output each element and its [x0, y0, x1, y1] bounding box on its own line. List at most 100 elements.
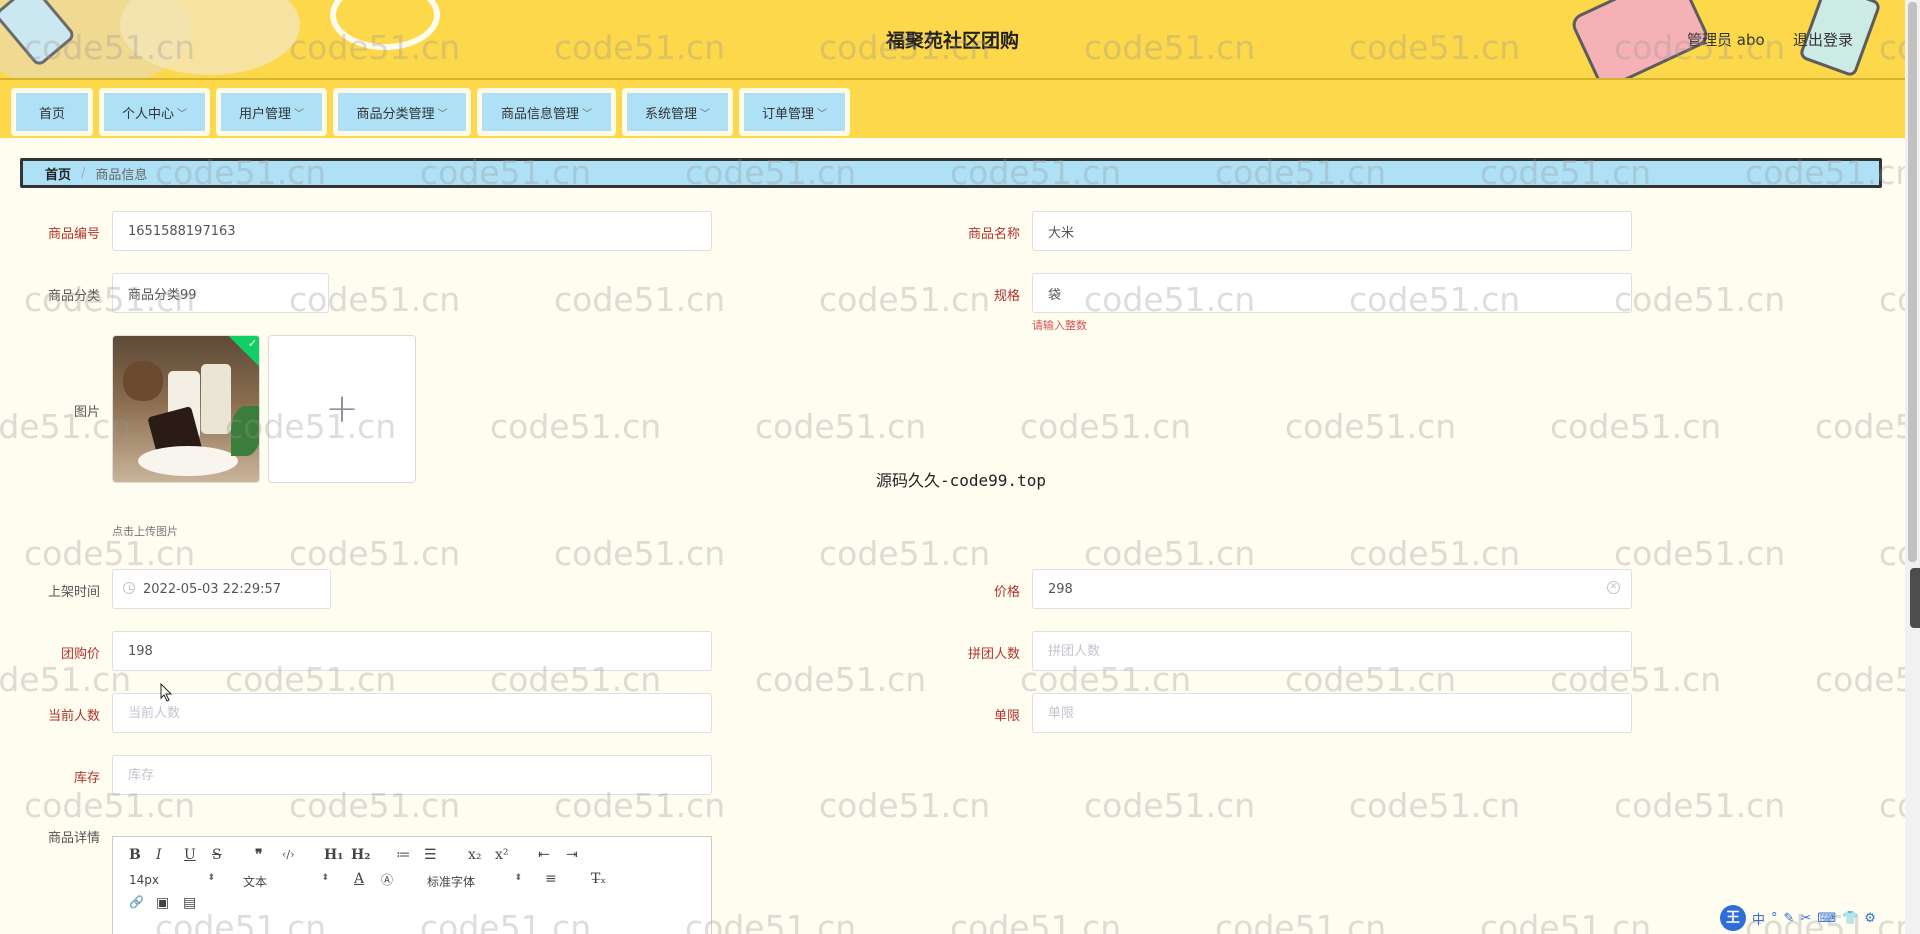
watermark-text: code51.cn: [1285, 407, 1457, 446]
product-name-field[interactable]: [1032, 211, 1632, 251]
stock-field[interactable]: [112, 755, 712, 795]
clear-icon[interactable]: ✕: [1607, 581, 1620, 594]
ime-punctuation-icon[interactable]: °: [1771, 911, 1778, 926]
watermark-text: code51.cn: [1084, 786, 1256, 825]
group-price-field[interactable]: [112, 631, 712, 671]
blockquote-button[interactable]: ❞: [255, 847, 263, 863]
clear-format-button[interactable]: T̶ₓ: [591, 871, 606, 887]
watermark-text: code51.cn: [819, 534, 991, 573]
subscript-button[interactable]: x₂: [468, 847, 482, 863]
product-no-label: 商品编号: [47, 227, 100, 242]
image-icon[interactable]: ▣: [156, 895, 169, 911]
scrollbar-thumb[interactable]: [1908, 2, 1917, 562]
image-label: 图片: [73, 405, 100, 420]
rich-text-editor[interactable]: B I U S ❞ ‹/› H₁ H₂ ≔ ☰ x₂ x² ⇤ ⇥ 14px ⬍…: [112, 836, 712, 934]
watermark-text: code51.cn: [1879, 280, 1905, 319]
upload-success-badge: ✓: [227, 336, 259, 368]
underline-button[interactable]: U: [184, 847, 196, 863]
watermark-text: code51.cn: [1084, 534, 1256, 573]
top-header: 福聚苑社区团购 管理员 abo 退出登录: [0, 0, 1905, 80]
group-size-label: 拼团人数: [967, 647, 1020, 662]
nav-item-label: 用户管理: [238, 106, 291, 122]
watermark-text: code51.cn: [24, 534, 196, 573]
nav-item-label: 首页: [38, 106, 65, 122]
nav-item-label: 订单管理: [761, 106, 814, 122]
background-color-button[interactable]: Ⓐ: [381, 871, 393, 888]
ime-logo-icon[interactable]: 王: [1720, 905, 1746, 931]
price-field[interactable]: [1032, 569, 1632, 609]
ime-settings-icon[interactable]: ⚙: [1864, 911, 1876, 926]
watermark-text: code51.cn: [1020, 407, 1192, 446]
strike-button[interactable]: S: [212, 847, 222, 863]
nav-item-order-management[interactable]: 订单管理 ﹀: [739, 88, 850, 136]
page-scrollbar[interactable]: [1905, 0, 1920, 934]
font-family-value: 标准字体: [427, 875, 476, 889]
logout-link[interactable]: 退出登录: [1793, 29, 1853, 50]
ime-chinese-mode[interactable]: 中: [1752, 909, 1765, 928]
product-no-field[interactable]: [112, 211, 712, 251]
watermark-text: code51.cn: [1349, 534, 1521, 573]
watermark-text: code51.cn: [1215, 908, 1387, 934]
clock-icon: [123, 582, 135, 594]
ime-skin-icon[interactable]: 👕: [1842, 911, 1858, 926]
nav-item-user-management[interactable]: 用户管理 ﹀: [216, 88, 327, 136]
italic-button[interactable]: I: [156, 847, 162, 863]
check-icon: ✓: [247, 336, 257, 350]
watermark-text: code51.cn: [1815, 407, 1905, 446]
ordered-list-button[interactable]: ≔: [396, 847, 410, 863]
watermark-text: code51.cn: [1550, 407, 1722, 446]
code-block-button[interactable]: ‹/›: [282, 848, 295, 861]
breadcrumb-current: 商品信息: [95, 167, 148, 183]
chevron-down-icon: ﹀: [700, 108, 710, 120]
nav-item-system-management[interactable]: 系统管理 ﹀: [622, 88, 733, 136]
nav-item-home[interactable]: 首页: [11, 88, 93, 136]
chevron-updown-icon: ⬍: [514, 873, 522, 883]
font-size-select[interactable]: 14px ⬍: [129, 873, 215, 887]
font-color-button[interactable]: A: [354, 871, 364, 887]
stock-label: 库存: [73, 771, 100, 786]
nav-item-personal-center[interactable]: 个人中心 ﹀: [99, 88, 210, 136]
align-button[interactable]: ≡: [545, 871, 557, 887]
ime-keyboard-icon[interactable]: ⌨: [1817, 911, 1836, 926]
chevron-down-icon: ﹀: [437, 108, 448, 120]
chevron-down-icon: ﹀: [177, 108, 187, 120]
chevron-updown-icon: ⬍: [321, 873, 329, 883]
block-type-value: 文本: [243, 875, 268, 889]
spec-hint: 请输入整数: [1032, 319, 1087, 332]
indent-button[interactable]: ⇥: [566, 847, 578, 863]
nav-item-product-management[interactable]: 商品信息管理 ﹀: [477, 88, 616, 136]
outdent-button[interactable]: ⇤: [538, 847, 550, 863]
watermark-text: code51.cn: [1614, 786, 1786, 825]
nav-item-label: 系统管理: [644, 106, 697, 122]
bullet-list-button[interactable]: ☰: [424, 847, 437, 863]
heading1-button[interactable]: H₁: [324, 847, 343, 863]
video-icon[interactable]: ▤: [183, 895, 196, 911]
ime-handwrite-icon[interactable]: ✎: [1784, 911, 1795, 926]
nav-item-category-management[interactable]: 商品分类管理 ﹀: [333, 88, 471, 136]
link-icon[interactable]: 🔗: [129, 895, 144, 909]
breadcrumb-home[interactable]: 首页: [45, 164, 71, 183]
site-watermark-text: 源码久久-code99.top: [876, 471, 1046, 490]
site-title: 福聚苑社区团购: [885, 30, 1019, 52]
spec-label: 规格: [993, 289, 1020, 304]
plus-icon: +: [325, 386, 359, 432]
font-family-select[interactable]: 标准字体 ⬍: [427, 873, 522, 890]
heading2-button[interactable]: H₂: [351, 847, 370, 863]
shelf-time-picker[interactable]: [112, 569, 331, 609]
ime-scissors-icon[interactable]: ✂: [1800, 911, 1811, 926]
watermark-text: code51.cn: [1815, 660, 1905, 699]
current-count-field[interactable]: [112, 693, 712, 733]
block-type-select[interactable]: 文本 ⬍: [243, 873, 329, 890]
category-select[interactable]: [112, 273, 329, 313]
group-size-field[interactable]: [1032, 631, 1632, 671]
bold-button[interactable]: B: [129, 847, 141, 863]
side-drawer-handle[interactable]: [1910, 568, 1920, 628]
spec-field[interactable]: [1032, 273, 1632, 313]
upload-image-button[interactable]: +: [268, 335, 416, 483]
ime-toolbar[interactable]: 王 中 ° ✎ ✂ ⌨ 👕 ⚙: [1720, 905, 1876, 931]
superscript-button[interactable]: x²: [495, 847, 509, 863]
watermark-text: code51.cn: [1879, 534, 1905, 573]
chevron-down-icon: ﹀: [817, 108, 827, 120]
product-image-thumbnail[interactable]: ✓: [112, 335, 260, 483]
single-limit-field[interactable]: [1032, 693, 1632, 733]
